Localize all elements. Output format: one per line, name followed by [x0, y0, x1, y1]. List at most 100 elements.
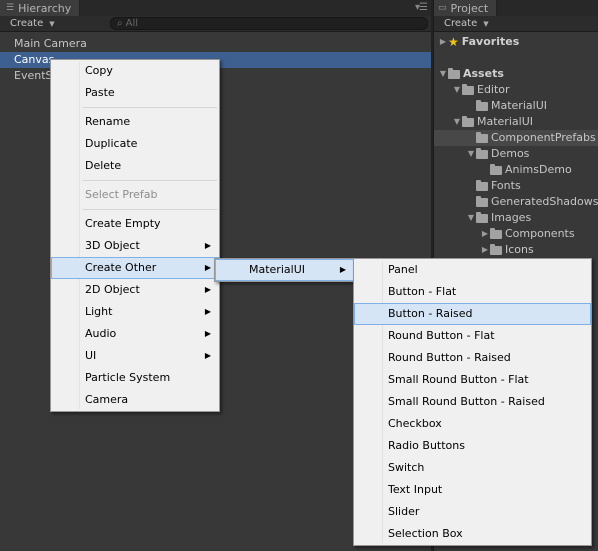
menu-item-3d-object[interactable]: 3D Object ▶ [51, 235, 219, 257]
expand-arrow-icon[interactable]: ▼ [452, 114, 462, 130]
materialui-submenu: Panel Button - Flat Button - Raised Roun… [353, 258, 592, 546]
hierarchy-search-field[interactable]: ⌕ [110, 17, 428, 30]
folder-icon [462, 83, 474, 95]
menu-separator [51, 104, 219, 111]
tree-item-editor[interactable]: ▼ Editor [434, 82, 598, 98]
hierarchy-create-button[interactable]: Create ▼ [2, 16, 61, 31]
submenu-arrow-icon: ▶ [204, 329, 211, 338]
expand-arrow-icon[interactable]: ▶ [438, 34, 448, 50]
panel-options-icon[interactable]: ▾☰ [415, 2, 428, 13]
folder-icon [490, 243, 502, 255]
menu-item-ui[interactable]: UI ▶ [51, 345, 219, 367]
submenu-arrow-icon: ▶ [204, 241, 211, 250]
star-icon: ★ [448, 35, 459, 49]
menu-item-small-round-button-flat[interactable]: Small Round Button - Flat [354, 369, 591, 391]
tree-item-assets[interactable]: ▼ Assets [434, 66, 598, 82]
expand-arrow-icon[interactable]: ▼ [438, 66, 448, 82]
tree-item-label: Demos [491, 147, 530, 160]
hierarchy-item-main-camera[interactable]: Main Camera [0, 36, 431, 52]
expand-arrow-icon[interactable]: ▼ [466, 146, 476, 162]
tab-hierarchy[interactable]: ☰ Hierarchy [0, 0, 81, 16]
expand-arrow-icon[interactable]: ▼ [452, 82, 462, 98]
menu-item-checkbox[interactable]: Checkbox [354, 413, 591, 435]
tree-item-demos[interactable]: ▼ Demos [434, 146, 598, 162]
list-icon: ☰ [6, 3, 15, 13]
menu-item-round-button-flat[interactable]: Round Button - Flat [354, 325, 591, 347]
folder-icon [448, 67, 460, 79]
menu-item-label: 3D Object [85, 239, 140, 252]
tree-item-components[interactable]: ▶ Components [434, 226, 598, 242]
project-tabbar: ▭ Project [434, 0, 598, 16]
menu-item-label: 2D Object [85, 283, 140, 296]
menu-item-radio-buttons[interactable]: Radio Buttons [354, 435, 591, 457]
project-create-button[interactable]: Create ▼ [436, 16, 495, 31]
menu-item-2d-object[interactable]: 2D Object ▶ [51, 279, 219, 301]
project-tree: ▶ ★ Favorites ▼ Assets ▼ Editor Material… [434, 34, 598, 258]
menu-item-copy[interactable]: Copy [51, 60, 219, 82]
tree-item-materialui[interactable]: ▼ MaterialUI [434, 114, 598, 130]
tab-project-label: Project [450, 1, 489, 15]
hierarchy-search-input[interactable] [125, 18, 406, 29]
tree-item-componentprefabs[interactable]: ComponentPrefabs [434, 130, 598, 146]
menu-item-label: Audio [85, 327, 117, 340]
tree-item-editor-materialui[interactable]: MaterialUI [434, 98, 598, 114]
menu-item-slider[interactable]: Slider [354, 501, 591, 523]
folder-icon [490, 227, 502, 239]
expand-arrow-icon[interactable]: ▶ [480, 226, 490, 242]
folder-tab-icon: ▭ [438, 3, 447, 13]
menu-item-camera[interactable]: Camera [51, 389, 219, 411]
menu-item-round-button-raised[interactable]: Round Button - Raised [354, 347, 591, 369]
menu-item-rename[interactable]: Rename [51, 111, 219, 133]
hierarchy-context-menu: Copy Paste Rename Duplicate Delete Selec… [50, 59, 220, 412]
menu-item-particle-system[interactable]: Particle System [51, 367, 219, 389]
tab-hierarchy-label: Hierarchy [18, 1, 72, 15]
tree-item-generatedshadows[interactable]: GeneratedShadows [434, 194, 598, 210]
menu-item-materialui[interactable]: MaterialUI ▶ [215, 259, 354, 281]
menu-item-paste[interactable]: Paste [51, 82, 219, 104]
create-other-submenu: MaterialUI ▶ [214, 258, 355, 282]
expand-arrow-icon[interactable]: ▼ [466, 210, 476, 226]
folder-icon [490, 163, 502, 175]
create-button-label: Create [10, 18, 44, 29]
tree-item-label: Images [491, 211, 532, 224]
submenu-arrow-icon: ▶ [204, 285, 211, 294]
menu-item-switch[interactable]: Switch [354, 457, 591, 479]
expand-arrow-icon[interactable]: ▶ [480, 242, 490, 258]
menu-item-label: UI [85, 349, 97, 362]
submenu-arrow-icon: ▶ [204, 351, 211, 360]
menu-item-light[interactable]: Light ▶ [51, 301, 219, 323]
menu-item-text-input[interactable]: Text Input [354, 479, 591, 501]
tree-item-favorites[interactable]: ▶ ★ Favorites [434, 34, 598, 50]
menu-item-small-round-button-raised[interactable]: Small Round Button - Raised [354, 391, 591, 413]
tree-item-label: MaterialUI [491, 99, 547, 112]
menu-item-button-flat[interactable]: Button - Flat [354, 281, 591, 303]
tree-item-label: MaterialUI [477, 115, 533, 128]
tree-item-animsdemo[interactable]: AnimsDemo [434, 162, 598, 178]
folder-icon [476, 195, 488, 207]
tree-item-label: GeneratedShadows [491, 195, 598, 208]
tree-item-fonts[interactable]: Fonts [434, 178, 598, 194]
dropdown-caret-icon: ▼ [483, 19, 489, 28]
submenu-arrow-icon: ▶ [339, 265, 346, 274]
hierarchy-toolbar: Create ▼ ⌕ [0, 16, 431, 32]
tab-project[interactable]: ▭ Project [434, 0, 498, 16]
menu-item-selection-box[interactable]: Selection Box [354, 523, 591, 545]
menu-item-duplicate[interactable]: Duplicate [51, 133, 219, 155]
menu-separator [51, 177, 219, 184]
tree-item-icons[interactable]: ▶ Icons [434, 242, 598, 258]
menu-item-create-other[interactable]: Create Other ▶ [51, 257, 219, 279]
folder-icon [476, 211, 488, 223]
tree-item-label: Fonts [491, 179, 521, 192]
create-button-label: Create [444, 18, 478, 29]
menu-item-delete[interactable]: Delete [51, 155, 219, 177]
menu-item-select-prefab: Select Prefab [85, 188, 158, 201]
menu-item-button-raised[interactable]: Button - Raised [354, 303, 591, 325]
menu-item-create-empty[interactable]: Create Empty [51, 213, 219, 235]
tree-item-images[interactable]: ▼ Images [434, 210, 598, 226]
project-toolbar: Create ▼ [434, 16, 598, 32]
folder-icon [476, 147, 488, 159]
menu-item-audio[interactable]: Audio ▶ [51, 323, 219, 345]
menu-separator [51, 206, 219, 213]
tree-item-label: ComponentPrefabs [491, 131, 596, 144]
menu-item-panel[interactable]: Panel [354, 259, 591, 281]
